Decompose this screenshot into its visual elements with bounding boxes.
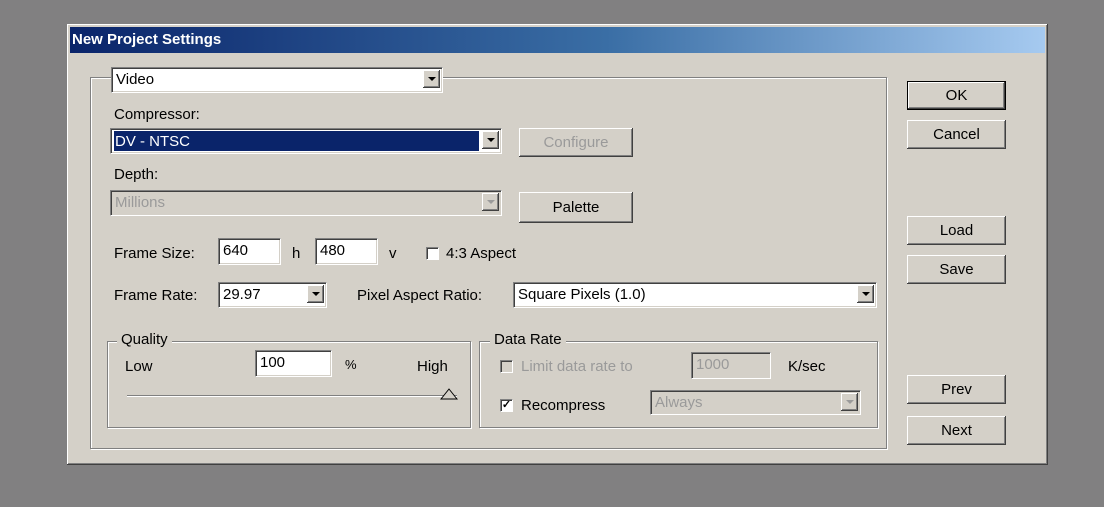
quality-slider-thumb-icon[interactable] xyxy=(440,388,458,400)
compressor-label: Compressor: xyxy=(114,106,200,123)
prev-button[interactable]: Prev xyxy=(907,375,1006,404)
next-button[interactable]: Next xyxy=(907,416,1006,445)
quality-legend: Quality xyxy=(117,330,172,350)
quality-percent-label: % xyxy=(345,357,357,372)
frame-rate-select-value: 29.97 xyxy=(223,286,261,303)
frame-rate-label: Frame Rate: xyxy=(114,287,198,304)
limit-data-rate-input[interactable]: 1000 xyxy=(691,352,771,379)
data-rate-legend: Data Rate xyxy=(490,330,566,350)
aspect-4-3-checkbox[interactable] xyxy=(426,247,439,260)
frame-height-unit-label: v xyxy=(389,245,397,262)
frame-rate-select[interactable]: 29.97 xyxy=(218,282,327,308)
configure-button[interactable]: Configure xyxy=(519,128,633,157)
depth-select[interactable]: Millions xyxy=(110,190,502,216)
cancel-button[interactable]: Cancel xyxy=(907,120,1006,149)
quality-low-label: Low xyxy=(125,358,153,375)
chevron-down-icon[interactable] xyxy=(423,70,440,88)
frame-width-unit-label: h xyxy=(292,245,301,262)
depth-select-value: Millions xyxy=(115,194,166,211)
depth-label: Depth: xyxy=(114,166,159,183)
quality-slider-track[interactable] xyxy=(127,395,457,397)
chevron-down-icon[interactable] xyxy=(307,285,324,303)
chevron-down-icon[interactable] xyxy=(482,193,499,211)
compressor-select-value: DV - NTSC xyxy=(114,131,479,151)
chevron-down-icon[interactable] xyxy=(482,131,499,149)
recompress-checkbox[interactable]: ✓ xyxy=(500,399,513,412)
frame-size-label: Frame Size: xyxy=(114,245,195,262)
pixel-aspect-ratio-select-value: Square Pixels (1.0) xyxy=(518,286,646,303)
pixel-aspect-ratio-select[interactable]: Square Pixels (1.0) xyxy=(513,282,877,308)
recompress-select[interactable]: Always xyxy=(650,390,861,415)
limit-data-rate-checkbox[interactable] xyxy=(500,360,513,373)
checkmark-icon: ✓ xyxy=(501,399,512,411)
pixel-aspect-ratio-label: Pixel Aspect Ratio: xyxy=(357,287,483,304)
save-button[interactable]: Save xyxy=(907,255,1006,284)
new-project-settings-dialog: New Project Settings Video Compressor: D… xyxy=(67,24,1048,465)
ok-button[interactable]: OK xyxy=(907,81,1006,110)
recompress-select-value: Always xyxy=(655,394,703,411)
chevron-down-icon[interactable] xyxy=(841,393,858,411)
compressor-select[interactable]: DV - NTSC xyxy=(110,128,502,154)
frame-width-input[interactable]: 640 xyxy=(218,238,281,265)
palette-button[interactable]: Palette xyxy=(519,192,633,223)
dialog-title: New Project Settings xyxy=(70,27,1045,53)
aspect-4-3-label: 4:3 Aspect xyxy=(446,245,517,262)
load-button[interactable]: Load xyxy=(907,216,1006,245)
chevron-down-icon[interactable] xyxy=(857,285,874,303)
recompress-label: Recompress xyxy=(521,397,606,414)
limit-data-rate-label: Limit data rate to xyxy=(521,358,633,375)
quality-input[interactable]: 100 xyxy=(255,350,332,377)
quality-high-label: High xyxy=(417,358,448,375)
data-rate-unit-label: K/sec xyxy=(788,358,826,375)
section-select-value: Video xyxy=(116,71,155,88)
frame-height-input[interactable]: 480 xyxy=(315,238,378,265)
section-select[interactable]: Video xyxy=(111,67,443,93)
